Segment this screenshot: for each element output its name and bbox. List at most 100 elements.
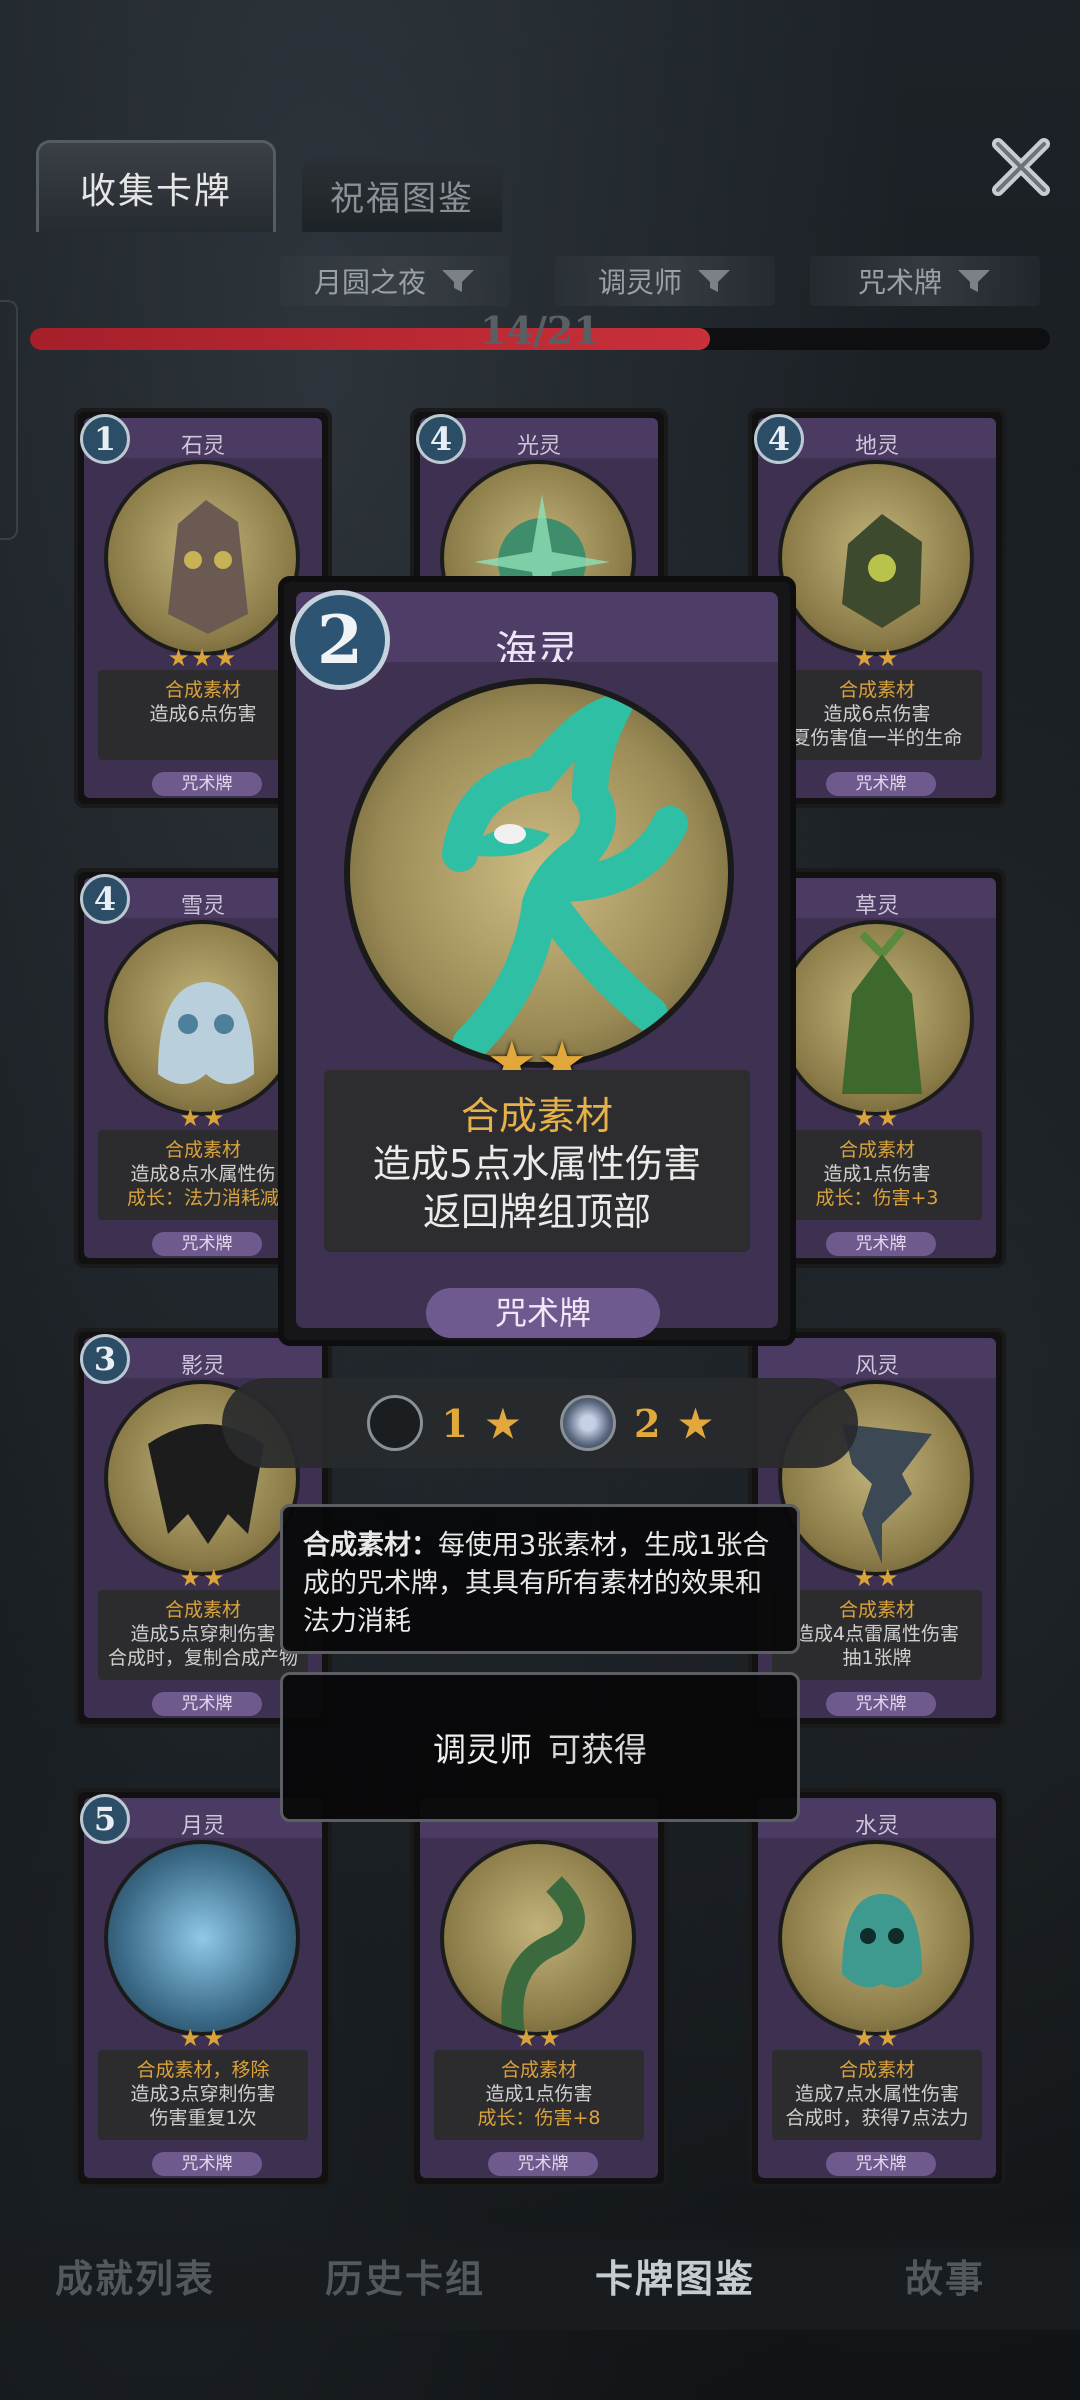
- star-icon: ★: [485, 1400, 520, 1446]
- card-type-pill: 咒术牌: [152, 2152, 262, 2176]
- nav-achievements[interactable]: 成就列表: [15, 2248, 255, 2303]
- card-desc-line: 合成素材: [838, 1139, 915, 1161]
- card-desc-line: 合成素材: [164, 1599, 241, 1621]
- level-value: 1: [441, 1400, 468, 1446]
- featured-card-art: [344, 678, 734, 1068]
- close-button[interactable]: [986, 134, 1056, 204]
- card-art: [778, 1840, 974, 2036]
- card-cost: 4: [80, 874, 130, 924]
- featured-card[interactable]: 海灵 2 ★★ 合成素材 造成5点水属性伤害 返回牌组顶部 咒术牌: [278, 576, 796, 1346]
- filter-chip-class[interactable]: 调灵师: [555, 256, 775, 306]
- filter-chip-label: 月圆之夜: [313, 266, 426, 299]
- card-moon-spirit[interactable]: 月灵 5 ★★ 合成素材，移除 造成3点穿刺伤害 伤害重复1次 咒术牌: [74, 1788, 332, 2188]
- nav-story[interactable]: 故事: [825, 2248, 1065, 2303]
- filter-chip-label: 咒术牌: [857, 266, 942, 299]
- card-type-pill: 咒术牌: [826, 772, 936, 796]
- card-cost: 5: [80, 1794, 130, 1844]
- featured-desc-effect: 造成5点水属性伤害: [372, 1142, 702, 1186]
- nav-card-codex[interactable]: 卡牌图鉴: [555, 2248, 795, 2303]
- card-stars: ★★: [515, 2024, 563, 2052]
- card-type-pill: 咒术牌: [826, 1692, 936, 1716]
- card-desc-line: 合成素材: [500, 2059, 577, 2081]
- level-value: 2: [634, 1400, 661, 1446]
- filter-chip-mode[interactable]: 月圆之夜: [280, 256, 510, 306]
- card-vine-spirit[interactable]: ★★ 合成素材 造成1点伤害 成长：伤害+8 咒术牌: [410, 1788, 668, 2188]
- filter-chip-card-type[interactable]: 咒术牌: [810, 256, 1040, 306]
- card-water-spirit[interactable]: 水灵 ★★ 合成素材 造成7点水属性伤害 合成时，获得7点法力 咒术牌: [748, 1788, 1006, 2188]
- card-desc-line: 成长：法力消耗减: [126, 1187, 279, 1209]
- card-art: [104, 460, 300, 656]
- card-desc-line: 合成素材，移除: [136, 2059, 270, 2081]
- card-cost: 3: [80, 1334, 130, 1384]
- card-art: [104, 920, 300, 1116]
- card-stars: ★★: [853, 2024, 901, 2052]
- keyword-term: 合成素材：: [303, 1530, 438, 1561]
- card-cost: 4: [754, 414, 804, 464]
- card-description: 合成素材 造成7点水属性伤害 合成时，获得7点法力: [772, 2050, 982, 2140]
- source-obtain-text: 可获得: [548, 1730, 647, 1769]
- card-type-pill: 咒术牌: [152, 1692, 262, 1716]
- featured-desc-effect: 返回牌组顶部: [422, 1190, 651, 1234]
- card-desc-line: 成长：伤害+8: [477, 2107, 601, 2129]
- keyword-tooltip: 合成素材：每使用3张素材，生成1张合成的咒术牌，其具有所有素材的效果和法力消耗: [280, 1504, 800, 1654]
- card-desc-line: 夏伤害值一半的生命: [791, 727, 963, 749]
- card-desc-line: 合成素材: [164, 1139, 241, 1161]
- star-icon: ★: [678, 1400, 713, 1446]
- level-option-1[interactable]: 1 ★: [367, 1395, 520, 1451]
- card-name: 风灵: [854, 1354, 899, 1379]
- featured-card-cost: 2: [290, 590, 390, 690]
- card-cost: 1: [80, 414, 130, 464]
- card-desc-line: 造成1点伤害: [485, 2083, 593, 2105]
- card-description: 合成素材 造成4点雷属性伤害 抽1张牌: [772, 1590, 982, 1680]
- card-desc-line: 合成时，获得7点法力: [785, 2107, 969, 2129]
- card-desc-line: 合成时，复制合成产物: [107, 1647, 298, 1669]
- featured-card-type: 咒术牌: [426, 1288, 660, 1338]
- featured-desc-keyword: 合成素材: [460, 1094, 613, 1138]
- level-option-2[interactable]: 2 ★: [560, 1395, 713, 1451]
- card-type-pill: 咒术牌: [152, 772, 262, 796]
- card-desc-line: 伤害重复1次: [149, 2107, 257, 2129]
- filter-chip-label: 调灵师: [597, 266, 682, 299]
- synthesis-level-bar: 1 ★ 2 ★: [222, 1378, 858, 1468]
- card-description: 合成素材 造成6点伤害 夏伤害值一半的生命: [772, 670, 982, 760]
- card-description: 合成素材 造成6点伤害: [98, 670, 308, 760]
- card-description: 合成素材 造成5点穿刺伤害 合成时，复制合成产物: [98, 1590, 308, 1680]
- glowing-orb-icon: [560, 1395, 616, 1451]
- card-desc-line: 合成素材: [838, 679, 915, 701]
- filter-icon: [442, 270, 474, 292]
- card-desc-line: 造成7点水属性伤害: [794, 2083, 960, 2105]
- card-desc-line: 抽1张牌: [842, 1647, 912, 1669]
- card-desc-line: 造成8点水属性伤: [130, 1163, 276, 1185]
- card-art: [440, 1840, 636, 2036]
- card-desc-line: 造成1点伤害: [823, 1163, 931, 1185]
- tab-blessing-codex[interactable]: 祝福图鉴: [302, 158, 502, 232]
- card-type-pill: 咒术牌: [152, 1232, 262, 1256]
- source-class: 调灵师: [433, 1730, 532, 1769]
- filter-icon: [698, 270, 730, 292]
- card-desc-line: 成长：伤害+3: [815, 1187, 939, 1209]
- filter-icon: [958, 270, 990, 292]
- progress-count: 14/21: [480, 308, 600, 353]
- card-description: 合成素材，移除 造成3点穿刺伤害 伤害重复1次: [98, 2050, 308, 2140]
- card-type-pill: 咒术牌: [826, 1232, 936, 1256]
- card-desc-line: 造成3点穿刺伤害: [130, 2083, 276, 2105]
- card-art: [778, 920, 974, 1116]
- nav-history-decks[interactable]: 历史卡组: [285, 2248, 525, 2303]
- close-icon: [992, 138, 1050, 196]
- card-desc-line: 造成4点雷属性伤害: [794, 1623, 960, 1645]
- card-art: [104, 1840, 300, 2036]
- empty-orb-icon: [367, 1395, 424, 1451]
- card-desc-line: 合成素材: [838, 2059, 915, 2081]
- featured-card-description: 合成素材 造成5点水属性伤害 返回牌组顶部: [324, 1070, 750, 1252]
- card-stars: ★★: [179, 2024, 227, 2052]
- card-art: [778, 460, 974, 656]
- card-desc-line: 造成6点伤害: [149, 703, 257, 725]
- obtain-source-panel: 调灵师 可获得: [280, 1672, 800, 1822]
- card-type-pill: 咒术牌: [826, 2152, 936, 2176]
- card-description: 合成素材 造成8点水属性伤 成长：法力消耗减: [98, 1130, 308, 1220]
- tab-collect-cards[interactable]: 收集卡牌: [36, 140, 276, 232]
- card-description: 合成素材 造成1点伤害 成长：伤害+3: [772, 1130, 982, 1220]
- card-desc-line: 造成5点穿刺伤害: [130, 1623, 276, 1645]
- card-cost: 4: [416, 414, 466, 464]
- card-desc-line: 造成6点伤害: [823, 703, 931, 725]
